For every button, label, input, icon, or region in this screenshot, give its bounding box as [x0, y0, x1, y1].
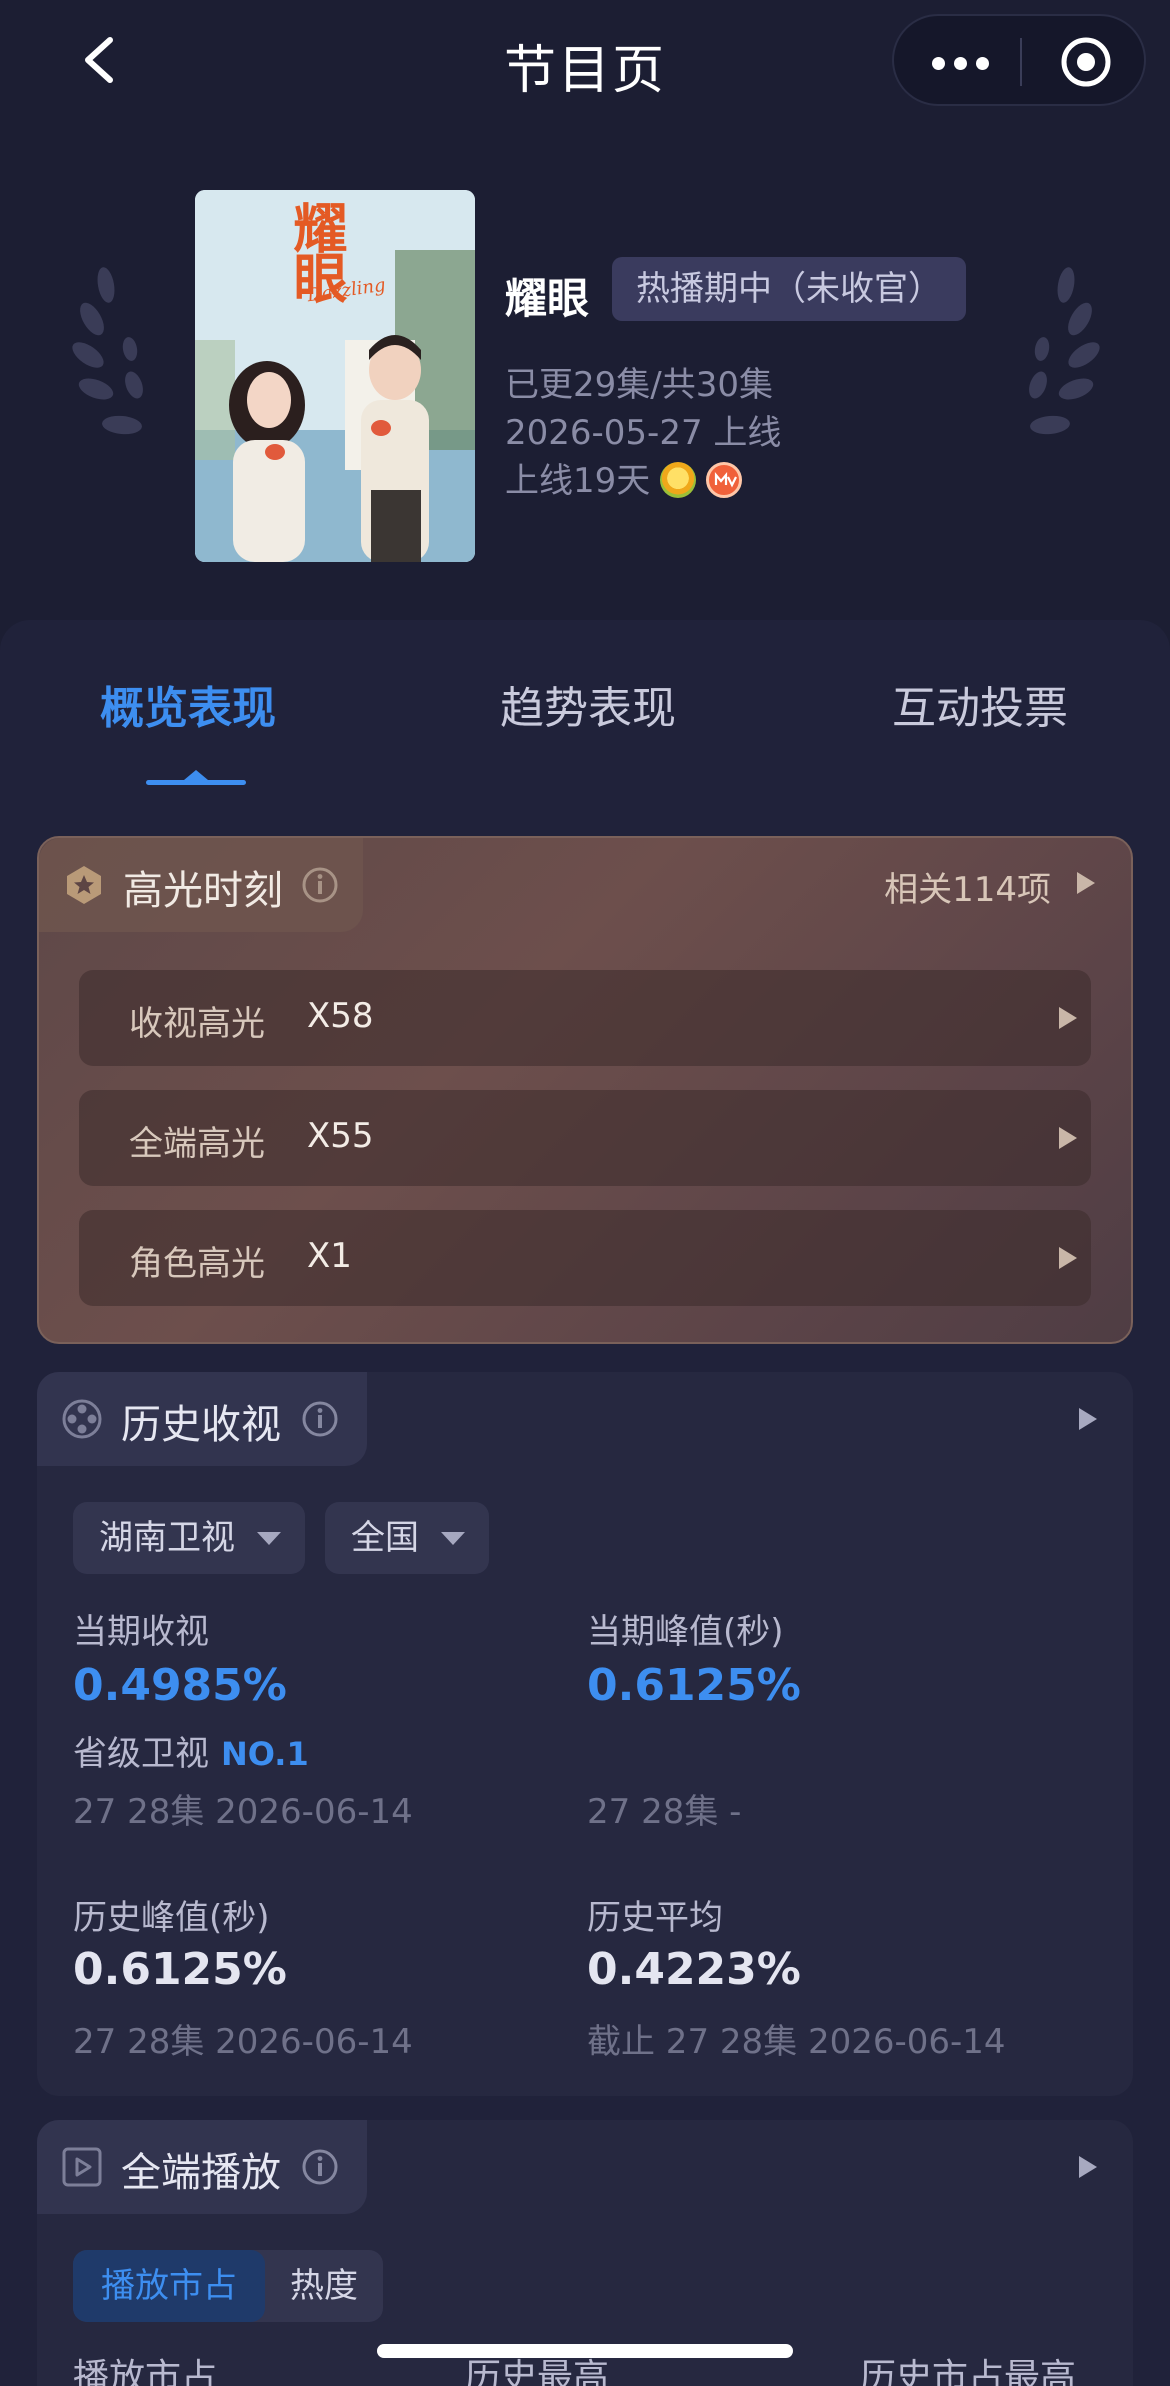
- tab-trend[interactable]: 趋势表现: [500, 672, 676, 736]
- tab-interactive-vote[interactable]: 互动投票: [892, 672, 1068, 736]
- highlights-more-arrow-icon[interactable]: [1077, 872, 1095, 894]
- play-arrow-icon: [1059, 1127, 1077, 1149]
- highlight-row-value: X58: [307, 996, 374, 1036]
- premiere-date: 2026-05-27 上线: [505, 413, 782, 453]
- history-ratings-header: 历史收视: [37, 1372, 367, 1466]
- highlight-row-character[interactable]: 角色高光 X1: [79, 1210, 1091, 1306]
- tab-overview[interactable]: 概览表现: [100, 672, 276, 736]
- current-rating-rank-row: 省级卫视 NO.1: [73, 1726, 309, 1775]
- playback-title: 全端播放: [121, 2150, 281, 2196]
- history-ratings-title: 历史收视: [121, 1402, 281, 1448]
- mgtv-logo-icon: [706, 462, 743, 498]
- rank-category: 省级卫视: [73, 1734, 209, 1774]
- history-average-label: 历史平均: [587, 1898, 723, 1938]
- caret-down-icon: [441, 1532, 465, 1545]
- history-peak-label: 历史峰值(秒): [73, 1898, 270, 1938]
- highlights-title: 高光时刻: [123, 868, 283, 914]
- highlights-header: 高光时刻: [39, 838, 363, 932]
- days-online: 上线19天: [505, 461, 651, 501]
- history-peak-sub: 27 28集 2026-06-14: [73, 2022, 413, 2062]
- capsule-divider: [1020, 38, 1022, 86]
- segment-market-share[interactable]: 播放市占: [73, 2250, 265, 2322]
- region-dropdown-value: 全国: [351, 1518, 419, 1558]
- film-reel-icon: [62, 1399, 102, 1439]
- history-average-value: 0.4223%: [587, 1944, 801, 1995]
- play-arrow-icon: [1059, 1247, 1077, 1269]
- current-rating-sub: 27 28集 2026-06-14: [73, 1792, 413, 1832]
- info-icon[interactable]: [301, 2148, 339, 2186]
- episode-count: 已更29集/共30集: [505, 365, 773, 405]
- mango-tv-logo-icon: [660, 462, 697, 498]
- history-peak-value: 0.6125%: [73, 1944, 287, 1995]
- channel-dropdown-value: 湖南卫视: [99, 1518, 235, 1558]
- playback-more-arrow-icon[interactable]: [1079, 2156, 1097, 2178]
- history-ratings-card: 历史收视 湖南卫视 全国 当期收视 0.4985% 省级卫视 NO.1 27 28…: [37, 1372, 1133, 2096]
- more-dot-icon: [954, 57, 967, 70]
- highlights-related-count[interactable]: 相关114项: [884, 862, 1051, 911]
- play-arrow-icon: [1059, 1007, 1077, 1029]
- more-dot-icon: [976, 57, 989, 70]
- highlight-row-label: 收视高光: [129, 1004, 265, 1044]
- tab-indicator-caret: [184, 770, 208, 780]
- more-button[interactable]: [912, 34, 1012, 90]
- bottom-label-market-share: 播放市占: [73, 2357, 218, 2386]
- highlight-row-value: X1: [307, 1236, 352, 1276]
- home-indicator[interactable]: [377, 2344, 793, 2358]
- highlight-row-label: 全端高光: [129, 1124, 265, 1164]
- channel-dropdown[interactable]: 湖南卫视: [73, 1502, 305, 1574]
- show-header: 耀眼 Dazzling 耀眼 热播期中（未收官） 已更29集/共30集 2026…: [0, 125, 1170, 625]
- show-name: 耀眼: [505, 274, 590, 323]
- current-peak-value: 0.6125%: [587, 1660, 801, 1711]
- tab-indicator: [146, 780, 246, 785]
- days-online-row: 上线19天: [505, 453, 743, 502]
- caret-down-icon: [257, 1532, 281, 1545]
- current-peak-label: 当期峰值(秒): [587, 1612, 784, 1652]
- rank-badge: NO.1: [221, 1735, 309, 1773]
- bottom-label-history-share-high: 历史市占最高: [860, 2357, 1077, 2386]
- laurel-right-icon: [1029, 267, 1100, 435]
- highlight-row-value: X55: [307, 1116, 374, 1156]
- show-poster[interactable]: 耀眼 Dazzling: [195, 190, 475, 562]
- highlight-row-all-platforms[interactable]: 全端高光 X55: [79, 1090, 1091, 1186]
- history-ratings-more-arrow-icon[interactable]: [1079, 1408, 1097, 1430]
- highlight-row-label: 角色高光: [129, 1244, 265, 1284]
- laurel-left-icon: [72, 267, 143, 435]
- more-dot-icon: [932, 57, 945, 70]
- highlight-row-ratings[interactable]: 收视高光 X58: [79, 970, 1091, 1066]
- playback-header: 全端播放: [37, 2120, 367, 2214]
- info-icon[interactable]: [301, 866, 339, 904]
- current-peak-sub: 27 28集 -: [587, 1792, 742, 1832]
- mini-program-capsule: [892, 14, 1146, 106]
- status-badge: 热播期中（未收官）: [612, 257, 966, 321]
- info-icon[interactable]: [301, 1400, 339, 1438]
- history-average-sub: 截止 27 28集 2026-06-14: [587, 2022, 1006, 2062]
- target-circle-icon: [1061, 37, 1111, 87]
- play-square-icon: [62, 2147, 102, 2187]
- segment-heat[interactable]: 热度: [265, 2250, 383, 2322]
- current-rating-label: 当期收视: [73, 1612, 209, 1652]
- star-badge-icon: [67, 866, 101, 904]
- current-rating-value: 0.4985%: [73, 1660, 287, 1711]
- close-mini-program-button[interactable]: [1058, 34, 1114, 90]
- region-dropdown[interactable]: 全国: [325, 1502, 489, 1574]
- nav-bar: 节目页: [0, 0, 1170, 125]
- highlights-card: 高光时刻 相关114项 收视高光 X58 全端高光 X55 角色高光 X1: [37, 836, 1133, 1344]
